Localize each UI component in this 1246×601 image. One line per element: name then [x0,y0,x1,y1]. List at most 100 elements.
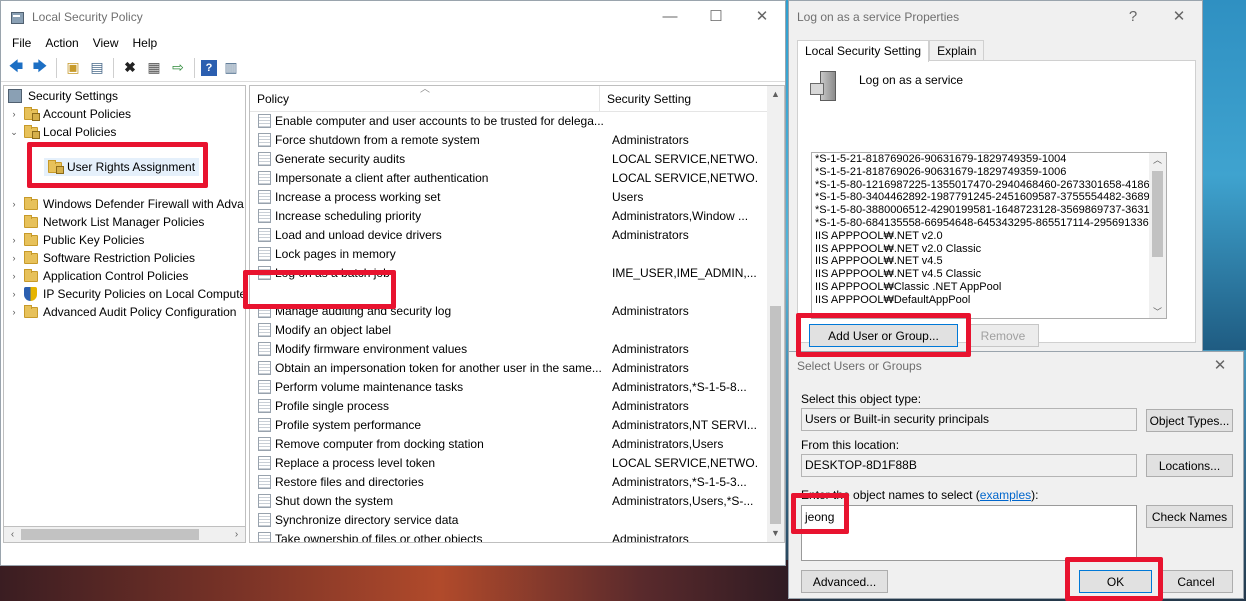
check-names-button[interactable]: Check Names [1146,505,1233,528]
policy-row[interactable]: Obtain an impersonation token for anothe… [250,358,768,377]
account-item[interactable]: IIS APPPOOL₩DefaultAppPool [812,294,1166,307]
minimize-button[interactable]: — [647,1,693,32]
tree-item-security-settings[interactable]: Security Settings [8,87,118,105]
policy-row[interactable]: Profile system performance Administrators… [250,415,768,434]
menu-help[interactable]: Help [126,36,165,50]
chevron-right-icon[interactable]: › [8,271,20,281]
policy-row[interactable]: Modify firmware environment values Admini… [250,339,768,358]
scroll-right-icon[interactable]: › [228,527,245,542]
menu-file[interactable]: File [5,36,38,50]
help-icon[interactable]: ? [201,59,217,76]
account-item[interactable]: *S-1-5-21-818769026-90631679-1829749359-… [812,153,1166,166]
account-list-scrollbar[interactable]: ︿ ﹀ [1149,153,1166,318]
ok-button[interactable]: OK [1079,570,1152,593]
tree-item-local-policies[interactable]: ⌄ Local Policies [8,123,116,141]
account-item[interactable]: *S-1-5-80-684135558-66954648-645343295-8… [812,217,1166,230]
remove-button[interactable]: Remove [967,324,1039,347]
policy-row[interactable]: Generate security audits LOCAL SERVICE,NE… [250,149,768,168]
chevron-right-icon[interactable]: › [8,109,20,119]
tab-explain[interactable]: Explain [929,40,985,61]
close-button[interactable]: ✕ [1197,352,1243,380]
maximize-button[interactable]: ☐ [693,1,739,32]
chevron-right-icon[interactable]: › [8,307,20,317]
column-header-policy[interactable]: Policy [250,86,600,112]
cancel-button[interactable]: Cancel [1159,570,1233,593]
column-header-security-setting[interactable]: Security Setting [600,86,750,112]
policy-row[interactable]: Synchronize directory service data [250,510,768,529]
chevron-right-icon[interactable]: › [8,235,20,245]
scroll-up-icon[interactable]: ︿ [1149,153,1166,166]
chevron-down-icon[interactable]: ⌄ [8,127,20,138]
account-item[interactable]: *S-1-5-80-1216987225-1355017470-29404684… [812,179,1166,192]
tree-item-public-key-policies[interactable]: › Public Key Policies [8,231,144,249]
tree-item-advanced-audit[interactable]: › Advanced Audit Policy Configuration [8,303,236,321]
advanced-button[interactable]: Advanced... [801,570,888,593]
account-item[interactable]: IIS APPPOOL₩.NET v2.0 [812,230,1166,243]
policy-row[interactable]: Enable computer and user accounts to be … [250,111,768,130]
object-names-input[interactable]: jeong [801,505,1137,561]
policy-row[interactable]: Replace a process level token LOCAL SERVI… [250,453,768,472]
account-item[interactable]: IIS APPPOOL₩Classic .NET AppPool [812,281,1166,294]
locations-button[interactable]: Locations... [1146,454,1233,477]
scroll-down-icon[interactable]: ▼ [767,525,784,542]
menu-action[interactable]: Action [38,36,85,50]
examples-link[interactable]: examples [980,488,1031,502]
account-item[interactable]: IIS APPPOOL₩.NET v2.0 Classic [812,243,1166,256]
back-arrow-icon[interactable]: 🡄 [6,58,26,78]
menu-view[interactable]: View [86,36,126,50]
policy-vertical-scrollbar[interactable]: ▲ ▼ [767,86,784,542]
tree-item-ip-security[interactable]: › IP Security Policies on Local Compute [8,285,245,303]
account-item[interactable]: *S-1-5-21-818769026-90631679-1829749359-… [812,166,1166,179]
account-item[interactable]: *S-1-5-80-3404462892-1987791245-24516095… [812,191,1166,204]
policy-row[interactable]: Manage auditing and security log Administ… [250,301,768,320]
policy-row[interactable]: Increase scheduling priority Administrato… [250,206,768,225]
object-types-button[interactable]: Object Types... [1146,409,1233,432]
policy-row[interactable]: Profile single process Administrators [250,396,768,415]
account-item[interactable]: IIS APPPOOL₩.NET v4.5 Classic [812,268,1166,281]
policy-row[interactable]: Perform volume maintenance tasks Administ… [250,377,768,396]
policy-row[interactable]: Shut down the system Administrators,Users… [250,491,768,510]
policy-row[interactable]: Lock pages in memory [250,244,768,263]
properties-icon[interactable]: ▦ [144,58,164,78]
policy-row[interactable]: Force shutdown from a remote system Admin… [250,130,768,149]
delete-icon[interactable]: ✖ [120,58,140,78]
policy-row[interactable]: Load and unload device drivers Administra… [250,225,768,244]
add-user-or-group-button[interactable]: Add User or Group... [809,324,958,347]
scroll-left-icon[interactable]: ‹ [4,527,21,542]
help-button[interactable]: ? [1110,1,1156,32]
scroll-up-icon[interactable]: ▲ [767,86,784,103]
tab-local-security-setting[interactable]: Local Security Setting [797,40,930,62]
tree-horizontal-scrollbar[interactable]: ‹ › [3,526,246,543]
chevron-right-icon[interactable]: › [8,253,20,263]
scrollbar-thumb[interactable] [770,306,781,524]
close-button[interactable]: ✕ [1156,1,1202,32]
policy-row[interactable]: Impersonate a client after authenticatio… [250,168,768,187]
scrollbar-thumb[interactable] [1152,171,1163,257]
close-button[interactable]: ✕ [739,1,785,32]
show-tree-icon[interactable]: ▤ [87,58,107,78]
policy-row[interactable]: Modify an object label [250,320,768,339]
scroll-down-icon[interactable]: ﹀ [1149,305,1166,318]
tree-item-network-list-manager[interactable]: Network List Manager Policies [8,213,204,231]
tree-item-account-policies[interactable]: › Account Policies [8,105,131,123]
account-item[interactable]: *S-1-5-80-3880006512-4290199581-16487231… [812,204,1166,217]
up-folder-icon[interactable]: ▣ [63,58,83,78]
policy-row[interactable]: Increase a process working set Users [250,187,768,206]
tree-item-windows-defender-firewall[interactable]: › Windows Defender Firewall with Adva [8,195,244,213]
chevron-right-icon[interactable]: › [8,199,20,209]
tree-item-user-rights-assignment[interactable]: User Rights Assignment [44,158,200,176]
tree-item-software-restriction[interactable]: › Software Restriction Policies [8,249,195,267]
chevron-right-icon[interactable]: › [8,289,20,299]
export-icon[interactable]: ⇨ [168,58,188,78]
policy-row[interactable]: Take ownership of files or other objects… [250,529,768,542]
policy-setting: LOCAL SERVICE,NETWO... [612,170,759,185]
tree-item-application-control[interactable]: › Application Control Policies [8,267,188,285]
account-item[interactable]: IIS APPPOOL₩.NET v4.5 [812,255,1166,268]
console-icon[interactable]: ▥ [221,58,241,78]
policy-row[interactable]: Restore files and directories Administrat… [250,472,768,491]
scrollbar-thumb[interactable] [21,529,199,540]
policy-row[interactable]: Remove computer from docking station Admi… [250,434,768,453]
account-list[interactable]: *S-1-5-21-818769026-90631679-1829749359-… [811,152,1167,319]
policy-row[interactable]: Log on as a batch job IME_USER,IME_ADMIN,… [250,263,768,282]
forward-arrow-icon[interactable]: 🡆 [30,58,50,78]
